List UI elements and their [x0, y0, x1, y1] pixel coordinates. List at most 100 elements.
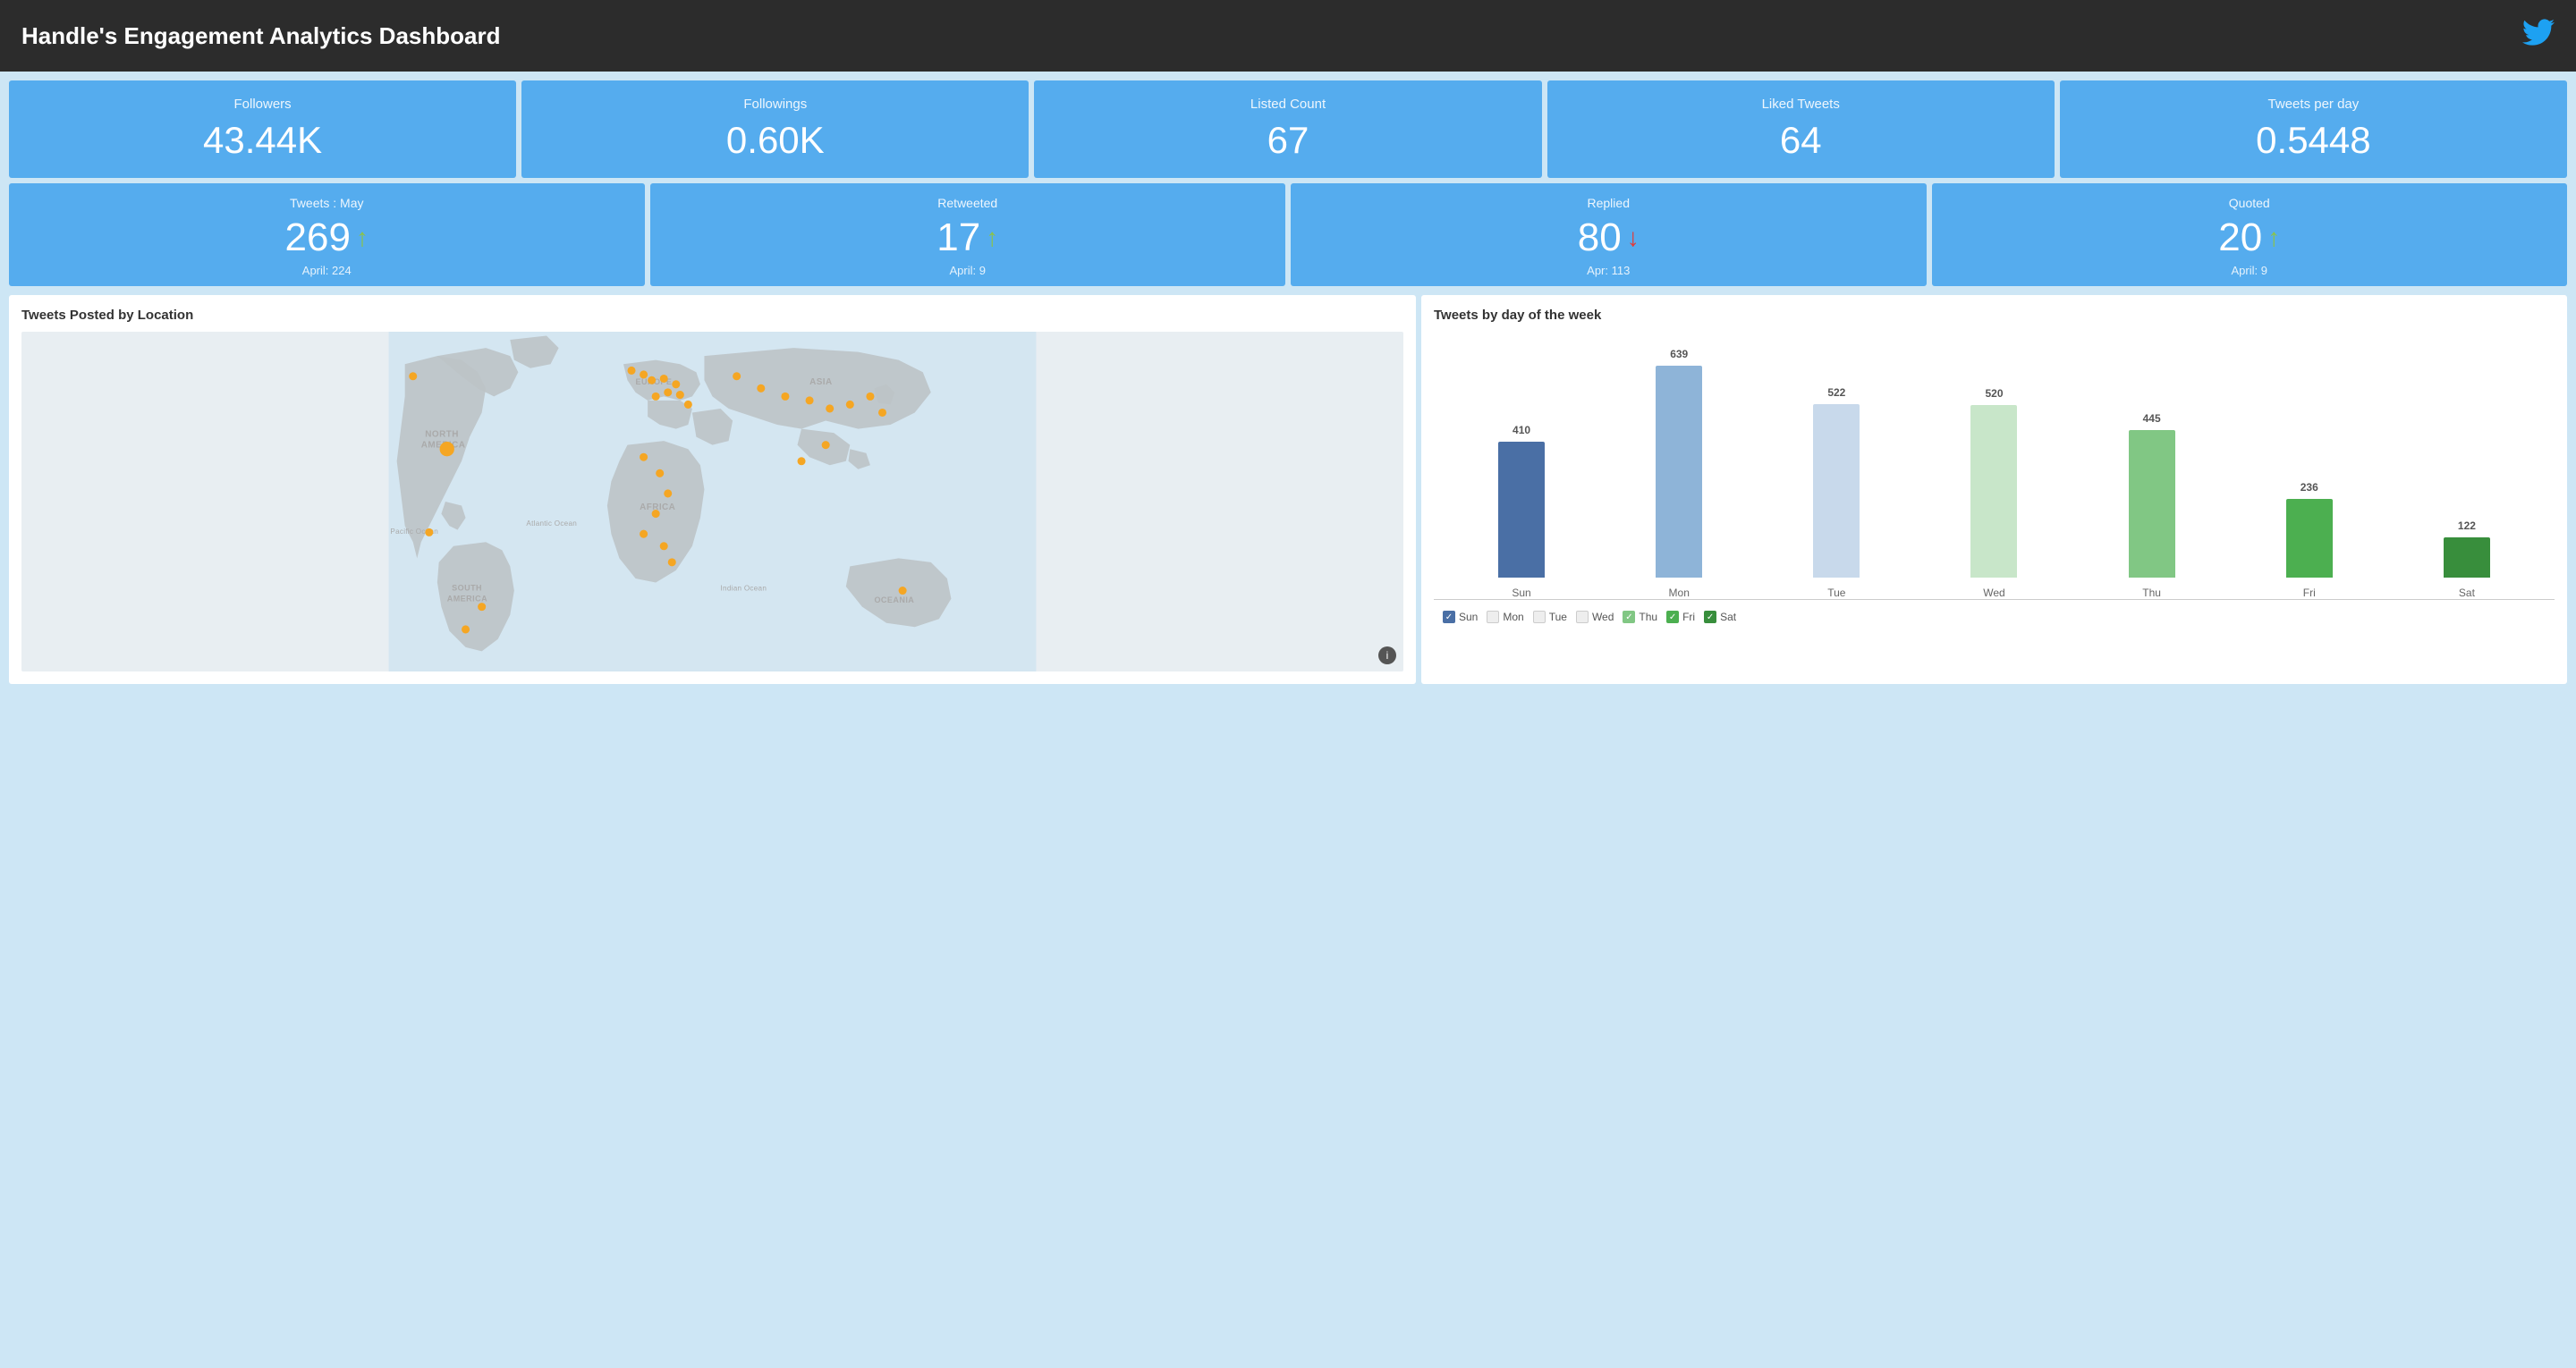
bar-col-wed: 520 Wed [1970, 387, 2017, 599]
listed-count-label: Listed Count [1043, 97, 1532, 112]
legend-label-sun: Sun [1459, 611, 1478, 623]
quoted-sub: April: 9 [1941, 264, 2559, 277]
map-container: NORTH AMERICA EUROPE ASIA AFRICA SOUTH A… [21, 332, 1403, 671]
tweets-may-value: 269 ↑ [18, 215, 636, 260]
legend-label-thu: Thu [1639, 611, 1657, 623]
bar-col-mon: 639 Mon [1656, 348, 1702, 599]
stat-tweets-per-day: Tweets per day 0.5448 [2060, 80, 2567, 178]
replied-value: 80 ↓ [1300, 215, 1918, 260]
legend-box-wed [1576, 611, 1589, 623]
map-panel: Tweets Posted by Location [9, 295, 1416, 684]
followings-label: Followings [530, 97, 1020, 112]
bar-day-tue: Tue [1827, 587, 1845, 599]
bar-col-tue: 522 Tue [1813, 386, 1860, 599]
retweeted-label: Retweeted [659, 196, 1277, 210]
retweeted-arrow: ↑ [986, 224, 998, 252]
stat-quoted: Quoted 20 ↑ April: 9 [1932, 183, 2568, 286]
legend-box-thu: ✓ [1623, 611, 1635, 623]
retweeted-sub: April: 9 [659, 264, 1277, 277]
stat-followers: Followers 43.44K [9, 80, 516, 178]
chart-legend: ✓SunMonTueWed✓Thu✓Fri✓Sat [1434, 611, 2555, 623]
legend-box-sun: ✓ [1443, 611, 1455, 623]
replied-sub: Apr: 113 [1300, 264, 1918, 277]
legend-item-sun[interactable]: ✓ Sun [1443, 611, 1478, 623]
bar-value-wed: 520 [1985, 387, 2003, 400]
bar-tue[interactable] [1813, 404, 1860, 578]
quoted-arrow: ↑ [2267, 224, 2280, 252]
bar-fri[interactable] [2286, 499, 2333, 578]
legend-item-wed[interactable]: Wed [1576, 611, 1614, 623]
bar-wed[interactable] [1970, 405, 2017, 578]
bar-sun[interactable] [1498, 442, 1545, 578]
tweets-per-day-label: Tweets per day [2069, 97, 2558, 112]
replied-label: Replied [1300, 196, 1918, 210]
stat-liked-tweets: Liked Tweets 64 [1547, 80, 2055, 178]
legend-box-tue [1533, 611, 1546, 623]
quoted-value: 20 ↑ [1941, 215, 2559, 260]
map-title: Tweets Posted by Location [21, 308, 1403, 323]
followers-label: Followers [18, 97, 507, 112]
svg-text:NORTH: NORTH [425, 430, 459, 440]
svg-text:Atlantic Ocean: Atlantic Ocean [526, 519, 577, 528]
bar-col-sat: 122 Sat [2444, 519, 2490, 599]
bar-day-sat: Sat [2459, 587, 2475, 599]
svg-text:Indian Ocean: Indian Ocean [721, 585, 767, 593]
charts-row: Tweets Posted by Location [0, 295, 2576, 693]
stat-tweets-may: Tweets : May 269 ↑ April: 224 [9, 183, 645, 286]
listed-count-value: 67 [1043, 119, 1532, 162]
quoted-label: Quoted [1941, 196, 2559, 210]
stats-row-1: Followers 43.44K Followings 0.60K Listed… [0, 72, 2576, 183]
map-info-icon[interactable]: i [1378, 646, 1396, 664]
legend-label-fri: Fri [1682, 611, 1695, 623]
bar-value-mon: 639 [1670, 348, 1688, 360]
liked-tweets-value: 64 [1556, 119, 2046, 162]
legend-label-sat: Sat [1720, 611, 1736, 623]
tweets-per-day-value: 0.5448 [2069, 119, 2558, 162]
tweets-may-arrow: ↑ [356, 224, 369, 252]
tweets-may-sub: April: 224 [18, 264, 636, 277]
bar-sat[interactable] [2444, 537, 2490, 578]
legend-item-fri[interactable]: ✓Fri [1666, 611, 1695, 623]
svg-text:OCEANIA: OCEANIA [874, 595, 914, 604]
legend-box-fri: ✓ [1666, 611, 1679, 623]
legend-box-sat: ✓ [1704, 611, 1716, 623]
bar-thu[interactable] [2129, 430, 2175, 578]
bar-value-tue: 522 [1827, 386, 1845, 399]
bar-day-mon: Mon [1669, 587, 1690, 599]
tweets-may-label: Tweets : May [18, 196, 636, 210]
followers-value: 43.44K [18, 119, 507, 162]
stat-replied: Replied 80 ↓ Apr: 113 [1291, 183, 1927, 286]
bar-col-sun: 410Sun [1498, 424, 1545, 599]
svg-text:AMERICA: AMERICA [447, 594, 487, 603]
bar-value-fri: 236 [2301, 481, 2318, 494]
stat-retweeted: Retweeted 17 ↑ April: 9 [650, 183, 1286, 286]
page-title: Handle's Engagement Analytics Dashboard [21, 22, 500, 50]
retweeted-value: 17 ↑ [659, 215, 1277, 260]
stats-row-2: Tweets : May 269 ↑ April: 224 Retweeted … [0, 183, 2576, 295]
replied-arrow: ↓ [1627, 224, 1640, 252]
legend-label-mon: Mon [1503, 611, 1523, 623]
legend-label-wed: Wed [1592, 611, 1614, 623]
bar-value-sat: 122 [2458, 519, 2476, 532]
bar-chart-title: Tweets by day of the week [1434, 308, 2555, 323]
followings-value: 0.60K [530, 119, 1020, 162]
stat-followings: Followings 0.60K [521, 80, 1029, 178]
svg-text:ASIA: ASIA [809, 377, 833, 387]
legend-item-tue[interactable]: Tue [1533, 611, 1567, 623]
legend-box-mon [1487, 611, 1499, 623]
bar-day-thu: Thu [2142, 587, 2161, 599]
header: Handle's Engagement Analytics Dashboard [0, 0, 2576, 72]
bar-day-fri: Fri [2303, 587, 2316, 599]
stat-listed-count: Listed Count 67 [1034, 80, 1541, 178]
bar-day-sun: Sun [1512, 587, 1530, 599]
bar-day-wed: Wed [1983, 587, 2004, 599]
bar-col-thu: 445Thu [2129, 412, 2175, 599]
legend-item-mon[interactable]: Mon [1487, 611, 1523, 623]
liked-tweets-label: Liked Tweets [1556, 97, 2046, 112]
legend-item-sat[interactable]: ✓ Sat [1704, 611, 1736, 623]
bar-mon[interactable] [1656, 366, 1702, 578]
twitter-icon [2522, 16, 2555, 55]
bar-col-fri: 236 Fri [2286, 481, 2333, 599]
legend-item-thu[interactable]: ✓ Thu [1623, 611, 1657, 623]
bar-chart-area: 410Sun 639 Mon 522 Tue 520 Wed 445Thu 236 Fri 122 S… [1434, 332, 2555, 600]
